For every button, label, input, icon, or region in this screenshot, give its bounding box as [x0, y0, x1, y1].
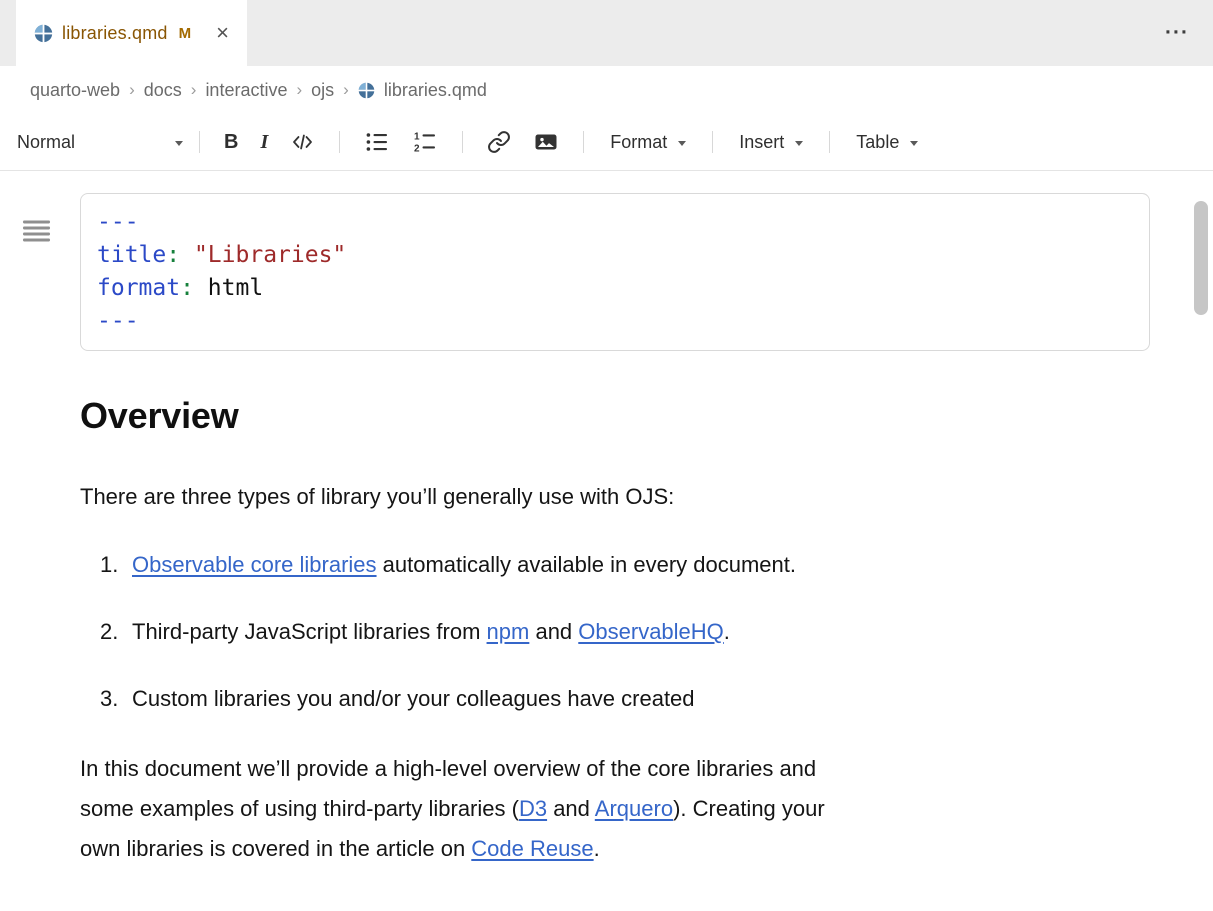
- list-item-text: Custom libraries you and/or your colleag…: [132, 679, 695, 719]
- block-drag-handle-icon[interactable]: [22, 219, 51, 244]
- close-icon[interactable]: ×: [216, 22, 229, 44]
- numbered-list-icon: 1 2: [412, 130, 438, 154]
- tab-libraries-qmd[interactable]: libraries.qmd M ×: [16, 0, 247, 66]
- link-code-reuse[interactable]: Code Reuse: [471, 836, 593, 861]
- italic-button[interactable]: I: [249, 114, 279, 170]
- chevron-down-icon: [678, 141, 686, 146]
- link-arquero[interactable]: Arquero: [595, 796, 673, 821]
- visual-editor-canvas[interactable]: --- title:"Libraries" format:html --- Ov…: [0, 193, 1213, 911]
- list-item-text: Third-party JavaScript libraries from np…: [132, 612, 730, 652]
- git-modified-badge: M: [179, 25, 192, 42]
- vertical-scrollbar-thumb[interactable]: [1194, 201, 1208, 315]
- bullet-list-icon: [364, 130, 390, 154]
- format-menu-label: Format: [610, 132, 667, 153]
- chevron-right-icon: ›: [191, 80, 197, 100]
- link-observable-core-libraries[interactable]: Observable core libraries: [132, 552, 377, 577]
- quarto-icon: [358, 82, 375, 99]
- chevron-right-icon: ›: [343, 80, 349, 100]
- link-observablehq[interactable]: ObservableHQ: [578, 619, 724, 644]
- text-segment: and: [547, 796, 595, 821]
- toolbar-divider: [199, 131, 200, 153]
- closing-paragraph[interactable]: In this document we’ll provide a high-le…: [80, 749, 1092, 869]
- yaml-fence: ---: [97, 206, 1133, 239]
- toolbar-divider: [462, 131, 463, 153]
- text-segment: automatically available in every documen…: [377, 552, 796, 577]
- list-number: 2.: [100, 612, 132, 652]
- image-button[interactable]: [522, 114, 570, 170]
- breadcrumb: quarto-web › docs › interactive › ojs › …: [0, 66, 1213, 114]
- editor-window: libraries.qmd M × ··· quarto-web › docs …: [0, 0, 1213, 911]
- text-segment: .: [724, 619, 730, 644]
- section-heading-overview[interactable]: Overview: [80, 395, 1092, 437]
- tab-bar: libraries.qmd M × ···: [0, 0, 1213, 66]
- table-menu[interactable]: Table: [843, 132, 931, 153]
- list-item[interactable]: 1.Observable core libraries automaticall…: [80, 545, 1092, 585]
- intro-paragraph[interactable]: There are three types of library you’ll …: [80, 477, 1092, 517]
- formatting-toolbar: Normal B I 1 2: [0, 114, 1213, 171]
- toolbar-divider: [339, 131, 340, 153]
- bold-button[interactable]: B: [213, 114, 249, 170]
- bold-icon: B: [224, 131, 238, 154]
- list-number: 1.: [100, 545, 132, 585]
- chevron-down-icon: [795, 141, 803, 146]
- numbered-list: 1.Observable core libraries automaticall…: [80, 545, 1092, 719]
- more-actions-icon[interactable]: ···: [1165, 21, 1189, 45]
- code-icon: [290, 131, 315, 153]
- list-item[interactable]: 3.Custom libraries you and/or your colle…: [80, 679, 1092, 719]
- style-dropdown-label: Normal: [17, 132, 75, 153]
- list-item-text: Observable core libraries automatically …: [132, 545, 796, 585]
- breadcrumb-item-quarto-web[interactable]: quarto-web: [30, 80, 120, 101]
- code-button[interactable]: [279, 114, 326, 170]
- yaml-title-line: title:"Libraries": [97, 239, 1133, 272]
- breadcrumb-item-ojs[interactable]: ojs: [311, 80, 334, 101]
- text-segment: and: [529, 619, 578, 644]
- paragraph-style-dropdown[interactable]: Normal: [14, 132, 186, 153]
- toolbar-divider: [829, 131, 830, 153]
- svg-text:1: 1: [414, 132, 420, 143]
- insert-menu-label: Insert: [739, 132, 784, 153]
- text-segment: .: [594, 836, 600, 861]
- chevron-down-icon: [175, 141, 183, 146]
- link-button[interactable]: [476, 114, 522, 170]
- text-segment: Custom libraries you and/or your colleag…: [132, 686, 695, 711]
- table-menu-label: Table: [856, 132, 899, 153]
- document-body: Overview There are three types of librar…: [80, 395, 1092, 869]
- yaml-front-matter-block[interactable]: --- title:"Libraries" format:html ---: [80, 193, 1150, 351]
- list-number: 3.: [100, 679, 132, 719]
- chevron-down-icon: [910, 141, 918, 146]
- italic-icon: I: [260, 131, 268, 154]
- tab-title: libraries.qmd: [62, 23, 168, 44]
- breadcrumb-item-interactive[interactable]: interactive: [205, 80, 287, 101]
- list-item[interactable]: 2.Third-party JavaScript libraries from …: [80, 612, 1092, 652]
- svg-text:2: 2: [414, 144, 420, 155]
- chevron-right-icon: ›: [296, 80, 302, 100]
- bullet-list-button[interactable]: [353, 114, 401, 170]
- yaml-format-line: format:html: [97, 272, 1133, 305]
- breadcrumb-item-docs[interactable]: docs: [144, 80, 182, 101]
- link-icon: [487, 130, 511, 154]
- toolbar-divider: [583, 131, 584, 153]
- image-icon: [533, 130, 559, 154]
- link-npm[interactable]: npm: [487, 619, 530, 644]
- link-d3[interactable]: D3: [519, 796, 547, 821]
- chevron-right-icon: ›: [129, 80, 135, 100]
- toolbar-divider: [712, 131, 713, 153]
- quarto-icon: [34, 24, 53, 43]
- yaml-fence: ---: [97, 305, 1133, 338]
- breadcrumb-item-file[interactable]: libraries.qmd: [384, 80, 487, 101]
- numbered-list-button[interactable]: 1 2: [401, 114, 449, 170]
- text-segment: Third-party JavaScript libraries from: [132, 619, 487, 644]
- format-menu[interactable]: Format: [597, 132, 699, 153]
- insert-menu[interactable]: Insert: [726, 132, 816, 153]
